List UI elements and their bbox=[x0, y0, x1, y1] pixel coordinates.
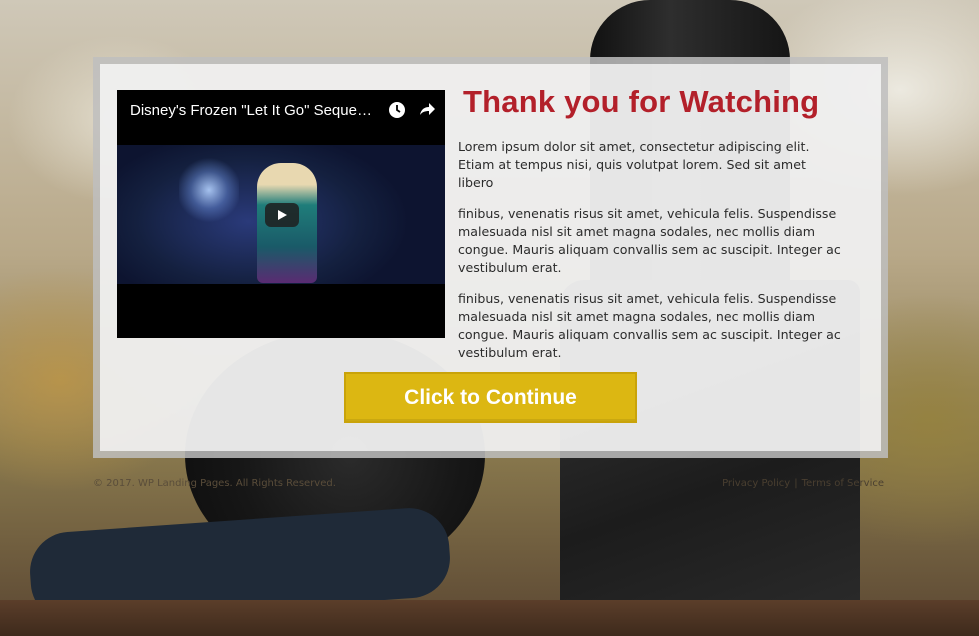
paragraph-2: finibus, venenatis risus sit amet, vehic… bbox=[458, 206, 841, 275]
terms-of-service-link[interactable]: Terms of Service bbox=[802, 478, 884, 489]
share-icon[interactable] bbox=[416, 99, 438, 121]
video-player[interactable]: Disney's Frozen "Let It Go" Sequence Per… bbox=[117, 90, 445, 338]
page-title: Thank you for Watching bbox=[463, 84, 820, 119]
table-surface bbox=[0, 600, 979, 636]
privacy-policy-link[interactable]: Privacy Policy bbox=[722, 478, 790, 489]
copyright-text: © 2017. WP Landing Pages. All Rights Res… bbox=[93, 478, 336, 489]
ice-sparkle-graphic bbox=[179, 155, 239, 225]
paragraph-3: finibus, venenatis risus sit amet, vehic… bbox=[458, 291, 841, 360]
play-icon bbox=[278, 210, 287, 220]
video-title-bar: Disney's Frozen "Let It Go" Sequence Per… bbox=[117, 90, 445, 130]
continue-button[interactable]: Click to Continue bbox=[344, 372, 637, 423]
paragraph-1: Lorem ipsum dolor sit amet, consectetur … bbox=[458, 139, 810, 190]
content-card-frame: Disney's Frozen "Let It Go" Sequence Per… bbox=[93, 57, 888, 458]
body-text: Lorem ipsum dolor sit amet, consectetur … bbox=[458, 138, 843, 375]
footer: © 2017. WP Landing Pages. All Rights Res… bbox=[93, 476, 888, 492]
play-button[interactable] bbox=[265, 203, 299, 227]
video-title[interactable]: Disney's Frozen "Let It Go" Sequence Per… bbox=[130, 102, 378, 119]
clock-icon[interactable] bbox=[386, 99, 408, 121]
footer-links: Privacy Policy | Terms of Service bbox=[722, 478, 884, 489]
footer-separator: | bbox=[794, 478, 798, 489]
content-card: Disney's Frozen "Let It Go" Sequence Per… bbox=[100, 64, 881, 451]
